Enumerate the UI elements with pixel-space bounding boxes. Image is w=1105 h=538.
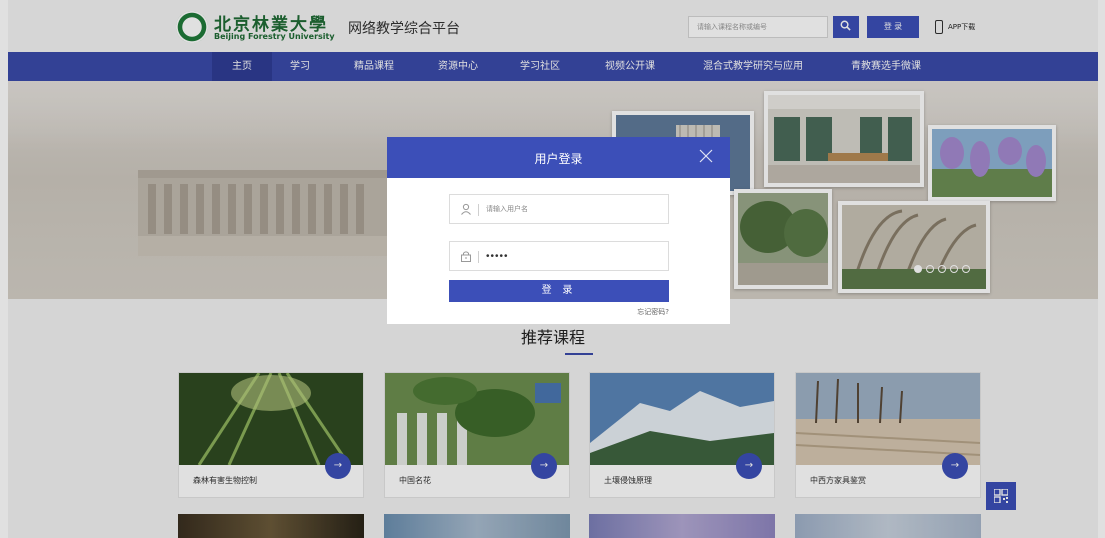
username-input[interactable] [486, 195, 662, 223]
forgot-password-link[interactable]: 忘记密码? [637, 307, 669, 317]
login-modal: 用户登录 登 录 忘记密码? [387, 137, 730, 324]
password-field[interactable] [449, 241, 669, 271]
page: 北京林業大學 Beijing Forestry University 网络教学综… [0, 0, 1105, 538]
field-separator [478, 251, 479, 263]
login-modal-header: 用户登录 [387, 137, 730, 178]
password-input[interactable] [486, 242, 662, 270]
field-separator [478, 204, 479, 216]
lock-icon [461, 251, 471, 262]
login-submit-button[interactable]: 登 录 [449, 280, 669, 302]
username-field[interactable] [449, 194, 669, 224]
login-modal-title: 用户登录 [534, 152, 583, 166]
close-icon[interactable] [698, 148, 714, 164]
user-icon [461, 203, 471, 215]
